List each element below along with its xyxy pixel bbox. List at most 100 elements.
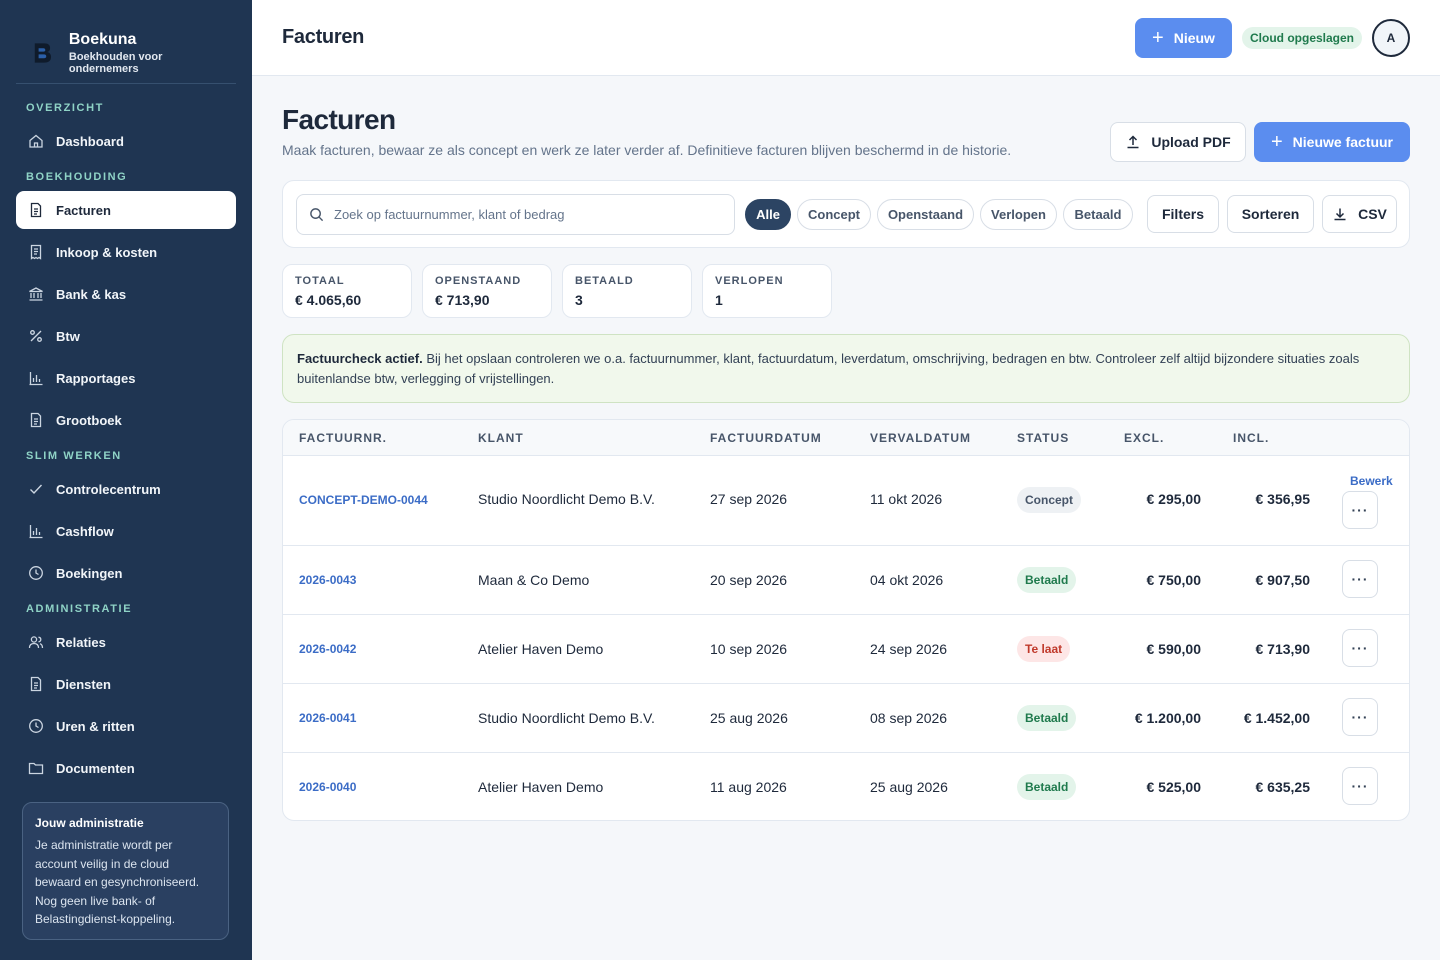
- filter-chip-betaald[interactable]: Betaald: [1063, 199, 1133, 230]
- sidebar-item-cashflow[interactable]: Cashflow: [16, 512, 236, 550]
- filter-chip-verlopen[interactable]: Verlopen: [980, 199, 1057, 230]
- stat-card-verlopen: VERLOPEN 1: [702, 264, 832, 318]
- brand[interactable]: Boekuna Boekhouden voor ondernemers: [0, 0, 252, 83]
- invoice-date: 10 sep 2026: [710, 641, 788, 657]
- more-actions-button[interactable]: ···: [1342, 629, 1378, 667]
- sidebar-item-bank[interactable]: Bank & kas: [16, 275, 236, 313]
- sidebar-item-dashboard[interactable]: Dashboard: [16, 122, 236, 160]
- sidebar: Boekuna Boekhouden voor ondernemers OVER…: [0, 0, 252, 960]
- new-button-label: Nieuw: [1173, 30, 1215, 46]
- client-name: Atelier Haven Demo: [478, 779, 604, 795]
- invoice-check-notice: Factuurcheck actief. Bij het opslaan con…: [282, 334, 1410, 403]
- stat-value: € 4.065,60: [295, 292, 362, 308]
- invoice-number-link[interactable]: 2026-0043: [299, 573, 356, 587]
- filter-chip-openstaand[interactable]: Openstaand: [877, 199, 974, 230]
- folder-icon: [28, 760, 44, 776]
- filter-toolbar: Alle Concept Openstaand Verlopen Betaald…: [282, 180, 1410, 248]
- client-name: Studio Noordlicht Demo B.V.: [478, 710, 655, 726]
- new-invoice-label: Nieuwe factuur: [1292, 134, 1394, 150]
- invoice-date: 25 aug 2026: [710, 710, 788, 726]
- document-icon: [28, 202, 44, 218]
- amount-excl: € 750,00: [1146, 572, 1202, 588]
- invoice-number-link[interactable]: 2026-0040: [299, 780, 356, 794]
- sidebar-item-label: Bank & kas: [56, 286, 127, 302]
- edit-link[interactable]: Bewerk: [1350, 474, 1393, 488]
- table-row[interactable]: 2026-0040 Atelier Haven Demo 11 aug 2026…: [283, 753, 1409, 820]
- more-actions-button[interactable]: ···: [1342, 698, 1378, 736]
- more-actions-button[interactable]: ···: [1342, 491, 1378, 529]
- stat-label: OPENSTAAND: [435, 275, 522, 287]
- receipt-icon: [28, 244, 44, 260]
- sidebar-item-label: Rapportages: [56, 370, 136, 386]
- brand-tagline: Boekhouden voor ondernemers: [68, 50, 163, 75]
- csv-label: CSV: [1358, 206, 1387, 222]
- invoice-number-link[interactable]: 2026-0041: [299, 711, 356, 725]
- status-badge: Te laat: [1017, 636, 1071, 662]
- filter-chip-concept[interactable]: Concept: [797, 199, 871, 230]
- due-date: 24 sep 2026: [870, 641, 948, 657]
- search-box[interactable]: [296, 194, 735, 235]
- sidebar-item-label: Controlecentrum: [56, 481, 161, 497]
- column-header[interactable]: FACTUURNR.: [299, 431, 387, 445]
- table-row[interactable]: 2026-0043 Maan & Co Demo 20 sep 2026 04 …: [283, 546, 1409, 615]
- sidebar-item-boekingen[interactable]: Boekingen: [16, 554, 236, 592]
- document-icon: [28, 676, 44, 692]
- avatar[interactable]: A: [1372, 19, 1410, 57]
- sidebar-item-inkoop[interactable]: Inkoop & kosten: [16, 233, 236, 271]
- sidebar-item-label: Cashflow: [56, 523, 114, 539]
- upload-pdf-button[interactable]: Upload PDF: [1110, 122, 1246, 162]
- stat-value: € 713,90: [435, 292, 490, 308]
- sidebar-item-grootboek[interactable]: Grootboek: [16, 401, 236, 439]
- sidebar-item-btw[interactable]: Btw: [16, 317, 236, 355]
- due-date: 25 aug 2026: [870, 779, 948, 795]
- column-header[interactable]: KLANT: [478, 431, 524, 445]
- sidebar-item-facturen[interactable]: Facturen: [16, 191, 236, 229]
- due-date: 08 sep 2026: [870, 710, 948, 726]
- sidebar-item-documenten[interactable]: Documenten: [16, 749, 236, 787]
- sidebar-item-uren[interactable]: Uren & ritten: [16, 707, 236, 745]
- more-actions-button[interactable]: ···: [1342, 560, 1378, 598]
- invoice-date: 27 sep 2026: [710, 491, 788, 507]
- new-invoice-button[interactable]: + Nieuwe factuur: [1254, 122, 1410, 162]
- table-row[interactable]: 2026-0041 Studio Noordlicht Demo B.V. 25…: [283, 684, 1409, 753]
- amount-incl: € 356,95: [1255, 491, 1311, 507]
- amount-excl: € 525,00: [1146, 779, 1202, 795]
- filters-button[interactable]: Filters: [1147, 195, 1219, 233]
- sidebar-item-label: Inkoop & kosten: [56, 244, 158, 260]
- logo-icon: [34, 42, 52, 63]
- sidebar-item-label: Uren & ritten: [56, 718, 135, 734]
- table-row[interactable]: 2026-0042 Atelier Haven Demo 10 sep 2026…: [283, 615, 1409, 684]
- amount-incl: € 1.452,00: [1243, 710, 1310, 726]
- csv-button[interactable]: CSV: [1322, 195, 1397, 233]
- amount-incl: € 713,90: [1255, 641, 1311, 657]
- table-row[interactable]: CONCEPT-DEMO-0044 Studio Noordlicht Demo…: [283, 456, 1409, 546]
- search-input[interactable]: [334, 207, 714, 222]
- invoice-number-link[interactable]: 2026-0042: [299, 642, 356, 656]
- invoice-number-link[interactable]: CONCEPT-DEMO-0044: [299, 493, 428, 507]
- column-header[interactable]: VERVALDATUM: [870, 431, 971, 445]
- amount-excl: € 295,00: [1146, 491, 1202, 507]
- stat-value: 3: [575, 292, 583, 308]
- client-name: Atelier Haven Demo: [478, 641, 604, 657]
- column-header[interactable]: EXCL.: [1124, 431, 1164, 445]
- sort-button[interactable]: Sorteren: [1227, 195, 1314, 233]
- sidebar-item-diensten[interactable]: Diensten: [16, 665, 236, 703]
- sidebar-item-label: Facturen: [56, 202, 111, 218]
- filter-chip-alle[interactable]: Alle: [745, 199, 791, 230]
- sidebar-item-controlecentrum[interactable]: Controlecentrum: [16, 470, 236, 508]
- column-header[interactable]: FACTUURDATUM: [710, 431, 822, 445]
- column-header[interactable]: INCL.: [1233, 431, 1269, 445]
- amount-excl: € 1.200,00: [1134, 710, 1201, 726]
- sidebar-nav: OVERZICHT Dashboard BOEKHOUDING Facturen…: [0, 95, 252, 791]
- sidebar-item-rapportages[interactable]: Rapportages: [16, 359, 236, 397]
- amount-incl: € 907,50: [1255, 572, 1311, 588]
- sidebar-item-label: Grootboek: [56, 412, 122, 428]
- status-badge: Betaald: [1017, 705, 1077, 731]
- cloud-status-badge: Cloud opgeslagen: [1242, 27, 1363, 49]
- document-icon: [28, 412, 44, 428]
- percent-icon: [28, 328, 44, 344]
- column-header[interactable]: STATUS: [1017, 431, 1069, 445]
- more-actions-button[interactable]: ···: [1342, 767, 1378, 805]
- sidebar-item-relaties[interactable]: Relaties: [16, 623, 236, 661]
- new-button[interactable]: + Nieuw: [1135, 18, 1232, 58]
